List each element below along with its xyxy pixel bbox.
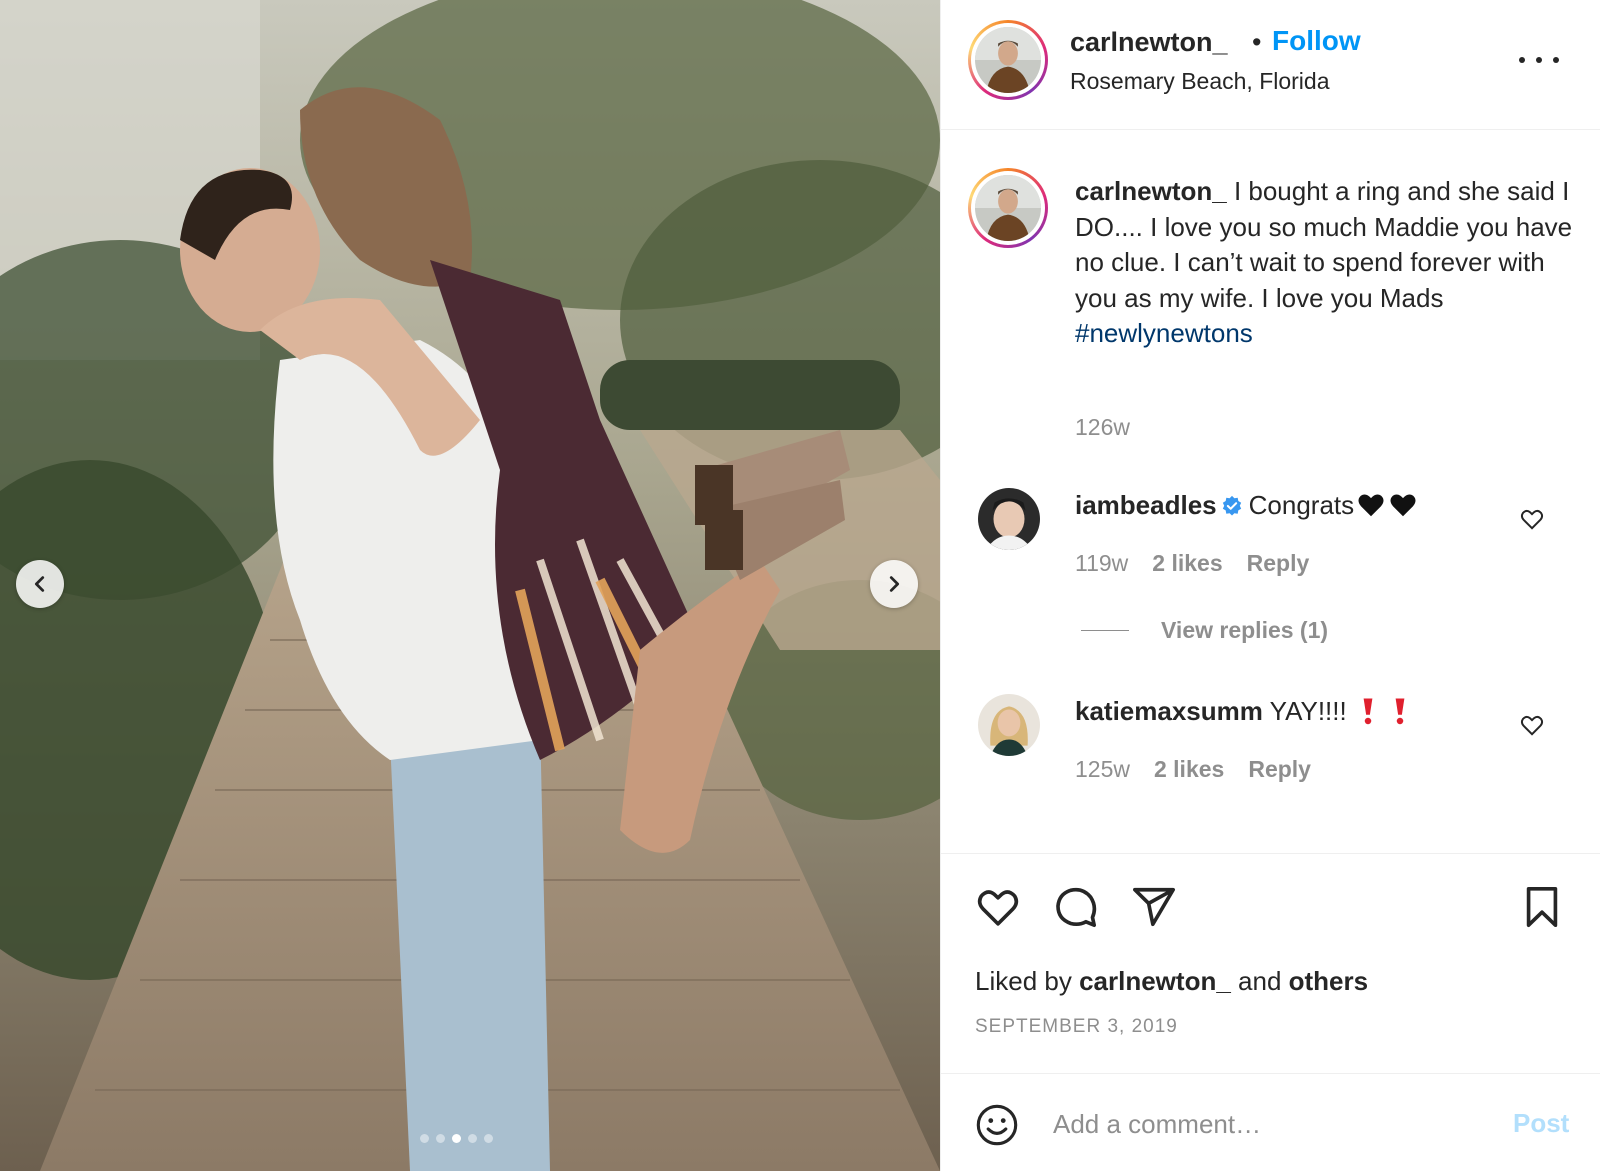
comment-text: katiemaxsumm YAY!!!! <box>1075 696 1411 727</box>
view-replies-button[interactable]: View replies (1) <box>1081 617 1328 644</box>
chevron-left-icon <box>34 576 45 592</box>
reply-button[interactable]: Reply <box>1247 550 1310 577</box>
post-photo[interactable] <box>0 0 940 1171</box>
commenter-avatar-image <box>978 694 1040 756</box>
black-heart-icon <box>1390 494 1416 517</box>
comment-timestamp[interactable]: 119w <box>1075 550 1128 577</box>
post-location[interactable]: Rosemary Beach, Florida <box>1070 68 1330 95</box>
more-options-icon[interactable] <box>1519 48 1559 72</box>
emoji-smiley-icon[interactable] <box>975 1103 1019 1147</box>
like-comment-heart-icon[interactable] <box>1519 506 1545 532</box>
comment-body: Congrats <box>1248 490 1355 520</box>
comment-likes[interactable]: 2 likes <box>1152 550 1222 577</box>
post-details-panel: carlnewton_ • Follow Rosemary Beach, Flo… <box>940 0 1600 1171</box>
carousel-dot <box>436 1134 445 1143</box>
separator-dot: • <box>1252 27 1262 57</box>
black-heart-icon <box>1358 494 1384 517</box>
comment-likes[interactable]: 2 likes <box>1154 756 1224 783</box>
reply-button[interactable]: Reply <box>1248 756 1311 783</box>
caption-username[interactable]: carlnewton_ <box>1075 176 1227 206</box>
follow-button[interactable]: Follow <box>1272 25 1361 57</box>
couple-photo <box>0 0 940 1171</box>
comment-item: katiemaxsumm YAY!!!! 125w 2 likes Reply <box>941 694 1600 804</box>
carousel-dot <box>484 1134 493 1143</box>
like-comment-heart-icon[interactable] <box>1519 712 1545 738</box>
carousel-dot-active <box>452 1134 461 1143</box>
hashtag-link[interactable]: #newlynewtons <box>1075 316 1575 352</box>
verified-badge-icon <box>1222 495 1241 516</box>
add-comment-bar: Post <box>941 1073 1600 1171</box>
comment-text: iambeadles Congrats <box>1075 490 1418 521</box>
previous-photo-button[interactable] <box>16 560 64 608</box>
comment-item: iambeadles Congrats 119w 2 likes Reply <box>941 488 1600 598</box>
comment-meta: 119w 2 likes Reply <box>1075 550 1309 577</box>
chevron-right-icon <box>889 576 900 592</box>
liked-by: Liked by carlnewton_ and others <box>975 966 1368 997</box>
author-avatar-image <box>975 27 1041 93</box>
comment-timestamp[interactable]: 125w <box>1075 756 1130 783</box>
liked-middle: and <box>1230 966 1289 996</box>
commenter-avatar[interactable] <box>978 488 1040 550</box>
comment-body: YAY!!!! <box>1269 696 1347 726</box>
commenter-username[interactable]: katiemaxsumm <box>1075 696 1263 726</box>
caption-text: carlnewton_ I bought a ring and she said… <box>1075 174 1575 352</box>
share-paper-plane-icon[interactable] <box>1131 884 1177 930</box>
author-avatar[interactable] <box>968 20 1048 100</box>
liked-by-others[interactable]: others <box>1289 966 1368 996</box>
red-exclamation-icon <box>1395 698 1405 725</box>
post-comment-button[interactable]: Post <box>1513 1108 1569 1139</box>
post-actions: Liked by carlnewton_ and others SEPTEMBE… <box>941 853 1600 1073</box>
carousel-dot <box>420 1134 429 1143</box>
author-username[interactable]: carlnewton_ <box>1070 27 1228 58</box>
liked-prefix: Liked by <box>975 966 1080 996</box>
commenter-avatar-image <box>978 488 1040 550</box>
post-header: carlnewton_ • Follow Rosemary Beach, Flo… <box>941 0 1600 130</box>
commenter-username[interactable]: iambeadles <box>1075 490 1217 520</box>
view-replies-label: View replies (1) <box>1161 617 1329 643</box>
caption-avatar[interactable] <box>968 168 1048 248</box>
save-bookmark-icon[interactable] <box>1519 884 1565 930</box>
replies-divider <box>1081 630 1129 631</box>
caption-timestamp[interactable]: 126w <box>1075 414 1130 441</box>
carousel-dot <box>468 1134 477 1143</box>
liked-by-user[interactable]: carlnewton_ <box>1079 966 1231 996</box>
like-heart-icon[interactable] <box>975 884 1021 930</box>
red-exclamation-icon <box>1363 698 1373 725</box>
post-date[interactable]: SEPTEMBER 3, 2019 <box>975 1016 1178 1038</box>
comment-bubble-icon[interactable] <box>1053 884 1099 930</box>
comment-meta: 125w 2 likes Reply <box>1075 756 1311 783</box>
commenter-avatar[interactable] <box>978 694 1040 756</box>
caption-avatar-image <box>975 175 1041 241</box>
carousel-indicator <box>420 1134 493 1143</box>
next-photo-button[interactable] <box>870 560 918 608</box>
add-comment-input[interactable] <box>1053 1104 1473 1144</box>
